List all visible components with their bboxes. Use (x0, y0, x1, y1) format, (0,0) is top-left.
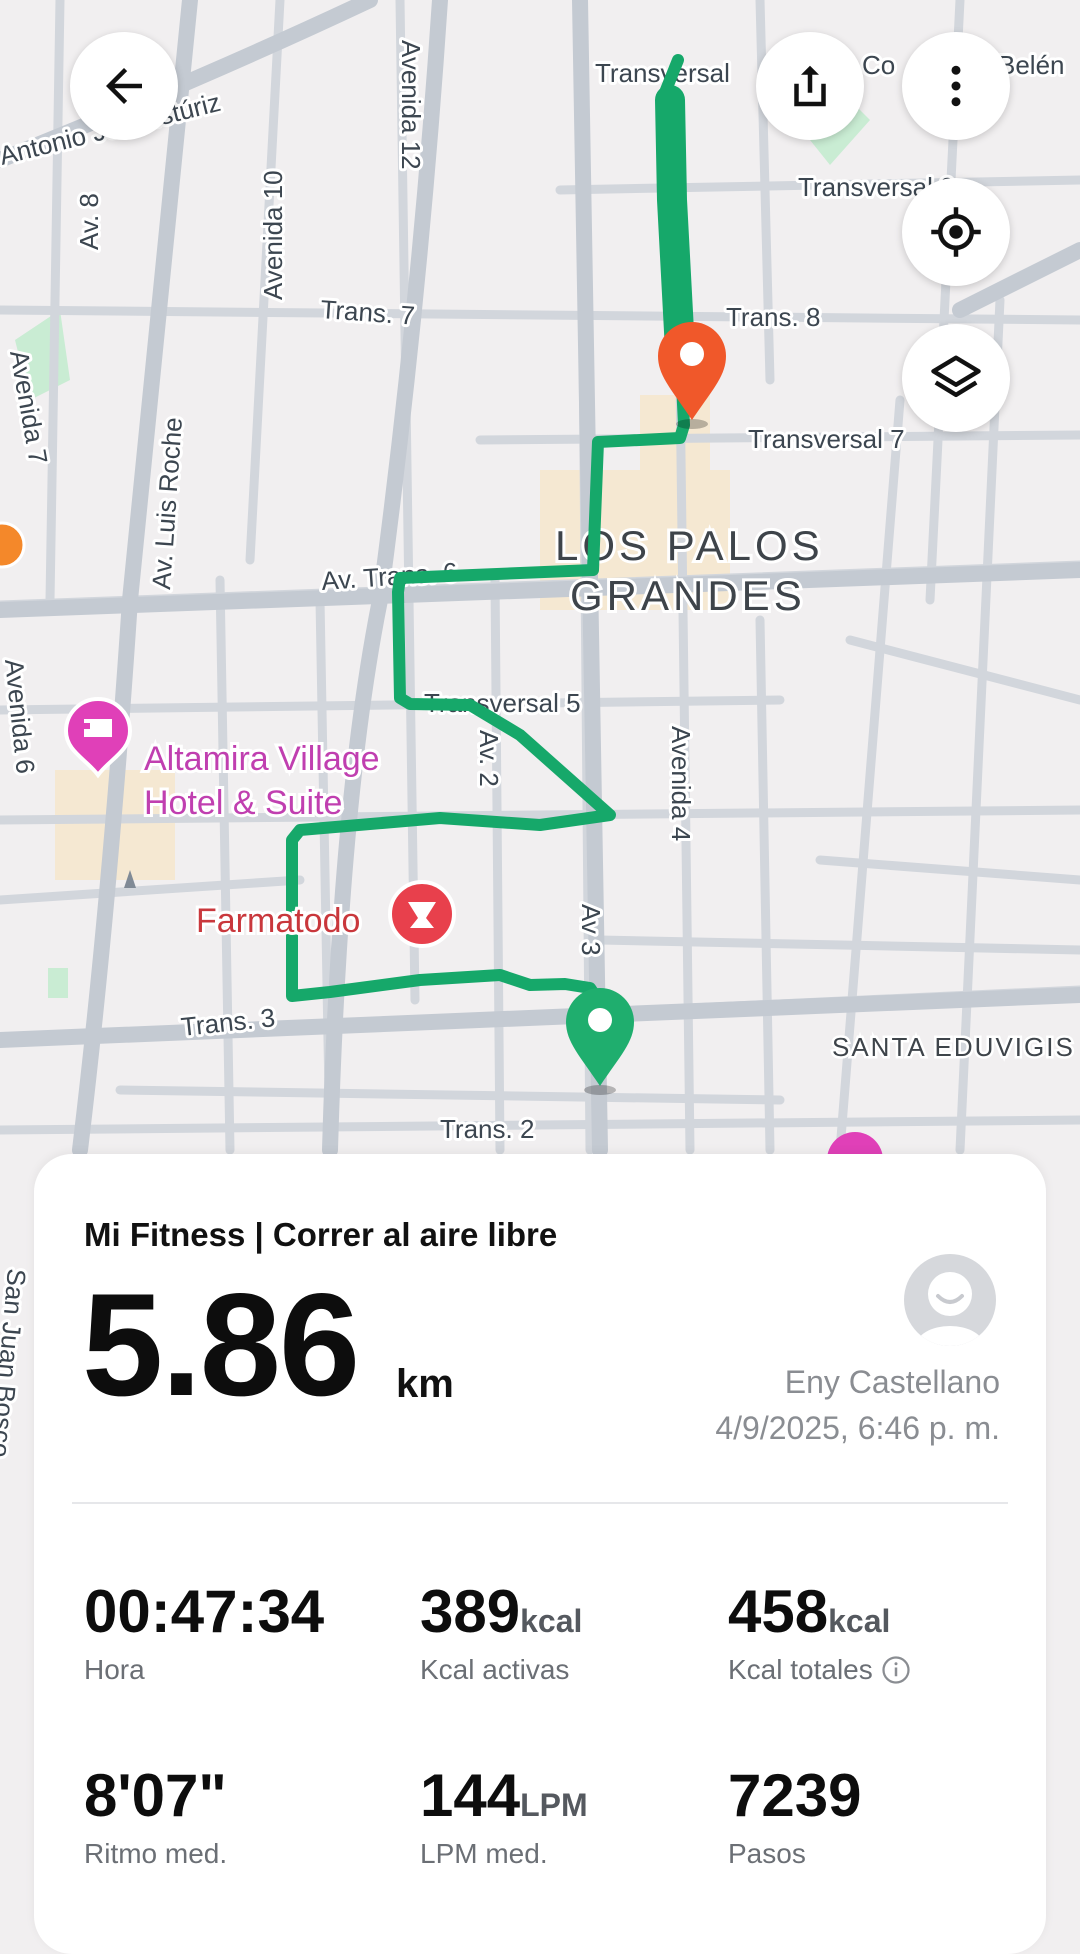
workout-summary-card: Mi Fitness | Correr al aire libre 5.86 k… (34, 1154, 1046, 1954)
stat-value: 389 (420, 1578, 521, 1645)
info-icon[interactable] (881, 1655, 911, 1685)
avatar[interactable] (904, 1254, 996, 1346)
road-label: Trans. 8 (726, 302, 820, 332)
share-button[interactable] (756, 32, 864, 140)
locate-button[interactable] (902, 178, 1010, 286)
stat-value: 8'07" (84, 1762, 227, 1829)
area-label: SANTA EDUVIGIS (832, 1032, 1075, 1062)
distance-value: 5.86 (82, 1263, 360, 1426)
area-label: GRANDES (570, 572, 806, 619)
stat-unit: LPM (520, 1787, 588, 1823)
park-fill (48, 968, 68, 998)
back-button[interactable] (70, 32, 178, 140)
more-vertical-icon (951, 65, 961, 107)
road-label: Av. 8 (74, 193, 104, 250)
stat-total-kcal: 458kcal Kcal totales (728, 1582, 911, 1686)
road-label: Trans. 2 (440, 1114, 534, 1144)
stat-label: Kcal activas (420, 1654, 570, 1685)
stat-label: Kcal totales (728, 1654, 873, 1685)
stat-time: 00:47:34 Hora (84, 1582, 324, 1686)
stat-label: LPM med. (420, 1838, 548, 1869)
road-label: Av 3 (576, 904, 606, 956)
workout-title: Mi Fitness | Correr al aire libre (84, 1216, 558, 1253)
workout-date: 4/9/2025, 6:46 p. m. (715, 1410, 1000, 1446)
route-line-start (655, 85, 695, 365)
road-label: Transversal 7 (748, 424, 905, 454)
road-label: Co (862, 50, 895, 80)
poi-label: Farmatodo (196, 902, 360, 940)
stat-unit: kcal (520, 1603, 583, 1639)
stat-heart-rate: 144LPM LPM med. (420, 1766, 588, 1870)
distance-unit: km (396, 1362, 454, 1406)
arrow-left-icon (106, 68, 142, 104)
road-label: Avenida 4 (666, 726, 696, 841)
divider (72, 1502, 1008, 1504)
user-name: Eny Castellano (784, 1364, 1000, 1400)
stat-label: Ritmo med. (84, 1838, 228, 1869)
poi-label: Hotel & Suite (144, 784, 342, 822)
more-options-button[interactable] (902, 32, 1010, 140)
locate-icon (931, 207, 981, 257)
pharmacy-icon[interactable] (388, 880, 456, 948)
road-label: Avenida 12 (396, 40, 426, 170)
stat-label: Hora (84, 1654, 145, 1685)
stat-active-kcal: 389kcal Kcal activas (420, 1582, 582, 1686)
road-label: Avenida 10 (258, 170, 288, 300)
stat-value: 7239 (728, 1762, 862, 1829)
poi-label: Altamira Village (144, 740, 380, 778)
share-icon (794, 65, 826, 107)
road-label: Av. 2 (474, 730, 504, 787)
stat-unit: kcal (828, 1603, 891, 1639)
stat-pace: 8'07" Ritmo med. (84, 1766, 227, 1870)
layers-icon (931, 355, 981, 398)
stat-value: 458 (728, 1578, 829, 1645)
stat-steps: 7239 Pasos (728, 1766, 861, 1870)
map-layers-button[interactable] (902, 324, 1010, 432)
stat-value: 144 (420, 1762, 521, 1829)
stat-label: Pasos (728, 1838, 806, 1869)
user-avatar-icon (916, 1272, 984, 1346)
stat-value: 00:47:34 (84, 1578, 325, 1645)
